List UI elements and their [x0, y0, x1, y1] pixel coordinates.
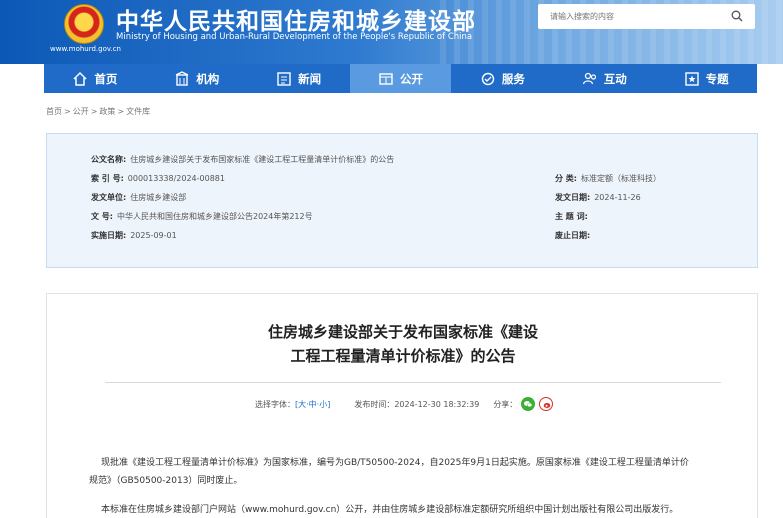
article-title-line1: 住房城乡建设部关于发布国家标准《建设	[267, 323, 538, 341]
article-info-bar: 选择字体： [大·中·小] 发布时间： 2024-12-30 18:32:39 …	[255, 397, 554, 411]
font-medium-button[interactable]: 中	[309, 400, 317, 409]
nav-service[interactable]: 服务	[451, 64, 553, 93]
nav-news-label: 新闻	[298, 71, 322, 86]
site-header: 中华人民共和国住房和城乡建设部 Ministry of Housing and …	[0, 0, 783, 64]
meta-docno: 文 号: 中华人民共和国住房和城乡建设部公告2024年第212号	[91, 211, 313, 222]
article-paragraph-2: 本标准在住房城乡建设部门户网站（www.mohurd.gov.cn）公开，并由住…	[101, 505, 679, 515]
breadcrumb-separator: >	[64, 107, 71, 116]
article-paragraph-1: 现批准《建设工程工程量清单计价标准》为国家标准，编号为GB/T50500-202…	[89, 454, 741, 490]
nav-home[interactable]: 首页	[44, 64, 146, 93]
breadcrumb-separator: >	[90, 107, 98, 116]
nav-institution[interactable]: 机构	[146, 64, 248, 93]
site-title: 中华人民共和国住房和城乡建设部	[116, 9, 476, 35]
nav-home-label: 首页	[94, 71, 118, 86]
wechat-share-icon[interactable]	[521, 397, 536, 411]
nav-interact[interactable]: 互动	[553, 64, 655, 93]
meta-effective: 实施日期: 2025-09-01	[91, 230, 177, 241]
meta-issuer-key: 发文单位:	[91, 193, 127, 202]
interact-icon	[582, 72, 596, 84]
paragraph-1-line-1: 现批准《建设工程工程量清单计价标准》为国家标准，编号为GB/T50500-202…	[101, 458, 689, 468]
nav-disclosure-label: 公开	[400, 71, 423, 86]
meta-effective-key: 实施日期:	[91, 231, 127, 240]
meta-date: 发文日期: 2024-11-26	[555, 192, 641, 203]
font-size-close-bracket: ]	[327, 399, 331, 409]
main-nav: 首页 机构 新闻 公开 服务 互动 专题	[44, 64, 757, 93]
meta-subject-key: 主 题 词:	[555, 212, 588, 221]
nav-interact-label: 互动	[603, 71, 627, 86]
building-icon	[175, 70, 189, 86]
meta-issuer-value: 住房城乡建设部	[130, 193, 187, 202]
meta-category-value: 标准定额（标准科技）	[580, 174, 661, 183]
news-icon	[277, 71, 291, 86]
breadcrumb-disclosure[interactable]: 公开	[73, 107, 89, 116]
share-label: 分享：	[493, 399, 518, 409]
article-panel: 住房城乡建设部关于发布国家标准《建设 工程工程量清单计价标准》的公告 选择字体：…	[46, 293, 758, 518]
nav-news[interactable]: 新闻	[248, 64, 350, 93]
meta-date-key: 发文日期:	[555, 193, 591, 202]
disclosure-icon	[379, 72, 393, 85]
topic-icon	[684, 71, 699, 86]
breadcrumb-policy[interactable]: 政策	[99, 107, 115, 116]
nav-topic[interactable]: 专题	[655, 64, 757, 93]
publish-time-label: 发布时间：	[354, 399, 395, 409]
nav-topic-label: 专题	[705, 71, 729, 86]
meta-doc-title-value: 住房城乡建设部关于发布国家标准《建设工程工程量清单计价标准》的公告	[130, 155, 395, 164]
meta-doc-title-key: 公文名称:	[91, 155, 127, 164]
service-icon	[481, 72, 495, 85]
meta-expire: 废止日期:	[555, 230, 594, 241]
breadcrumb-home[interactable]: 首页	[46, 107, 62, 116]
site-url: www.mohurd.gov.cn	[50, 45, 121, 53]
search-box	[538, 4, 755, 29]
document-meta-box: 公文名称: 住房城乡建设部关于发布国家标准《建设工程工程量清单计价标准》的公告 索…	[46, 133, 758, 268]
font-large-button[interactable]: 大	[298, 400, 306, 409]
nav-disclosure[interactable]: 公开	[349, 64, 452, 93]
meta-index: 索 引 号: 000013338/2024-00881	[91, 173, 225, 184]
national-emblem-icon	[64, 4, 104, 44]
meta-issuer: 发文单位: 住房城乡建设部	[91, 192, 186, 203]
nav-institution-label: 机构	[196, 71, 220, 86]
meta-expire-key: 废止日期:	[555, 231, 591, 240]
publish-time: 2024-12-30 18:32:39	[394, 399, 480, 409]
meta-docno-value: 中华人民共和国住房和城乡建设部公告2024年第212号	[116, 212, 313, 221]
search-icon[interactable]	[731, 10, 743, 22]
meta-index-key: 索 引 号:	[91, 174, 124, 183]
meta-date-value: 2024-11-26	[594, 193, 641, 202]
breadcrumb-library[interactable]: 文件库	[126, 107, 150, 116]
divider	[105, 382, 721, 383]
meta-subject: 主 题 词:	[555, 211, 592, 222]
meta-index-value: 000013338/2024-00881	[127, 174, 225, 183]
meta-effective-value: 2025-09-01	[130, 231, 177, 240]
breadcrumb-separator: >	[117, 107, 125, 116]
font-size-control: [大·中·小]	[295, 399, 330, 410]
meta-category: 分 类: 标准定额（标准科技）	[555, 173, 661, 184]
weibo-share-icon[interactable]	[539, 397, 554, 411]
font-size-label: 选择字体：	[255, 399, 295, 409]
paragraph-1-line-2: 规范》（GB50500-2013）同时废止。	[89, 476, 243, 486]
home-icon	[73, 71, 87, 86]
meta-category-key: 分 类:	[555, 174, 577, 183]
nav-service-label: 服务	[501, 71, 525, 86]
meta-docno-key: 文 号:	[91, 212, 113, 221]
article-title: 住房城乡建设部关于发布国家标准《建设 工程工程量清单计价标准》的公告	[47, 320, 759, 368]
site-subtitle: Ministry of Housing and Urban-Rural Deve…	[116, 32, 473, 42]
meta-doc-title: 公文名称: 住房城乡建设部关于发布国家标准《建设工程工程量清单计价标准》的公告	[91, 154, 394, 165]
article-title-line2: 工程工程量清单计价标准》的公告	[290, 347, 516, 365]
breadcrumb: 首页 > 公开 > 政策 > 文件库	[46, 106, 150, 117]
search-input[interactable]	[550, 8, 720, 25]
